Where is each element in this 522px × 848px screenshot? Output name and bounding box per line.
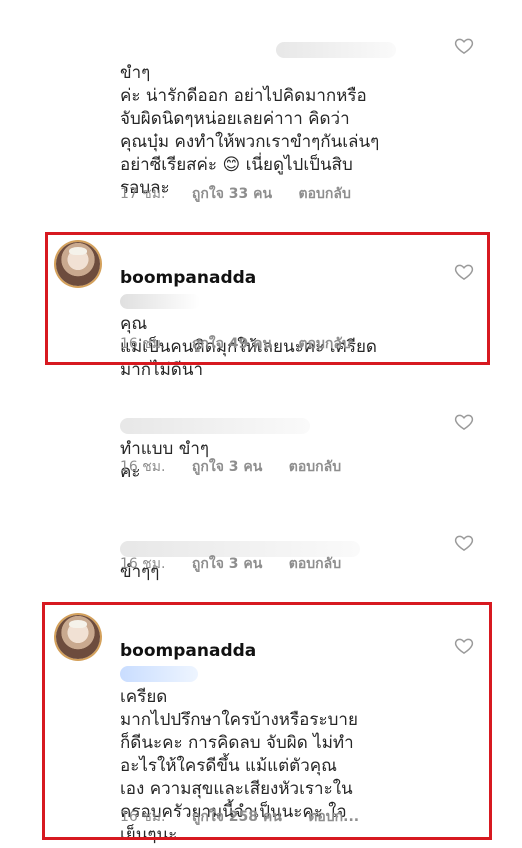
comment-meta: 16 ชม. ถูกใจ 258 คน ตอบก... xyxy=(120,808,381,826)
masked-username xyxy=(276,42,396,58)
timestamp: 17 ชม. xyxy=(120,186,166,202)
likes-count[interactable]: ถูกใจ 3 คน xyxy=(192,458,262,476)
timestamp: 16 ชม. xyxy=(120,459,166,475)
comment-item-2: boompanadda คุณ แม่เป็นคนคิดมุกให้เลยนะค… xyxy=(0,232,522,380)
comment-meta: 17 ชม. ถูกใจ 33 คน ตอบกลับ xyxy=(120,185,373,203)
comment-meta: 16 ชม. ถูกใจ 3 คน ตอบกลับ xyxy=(120,555,363,573)
reply-button[interactable]: ตอบกลับ xyxy=(299,185,351,203)
heart-icon[interactable] xyxy=(454,412,474,432)
comment-body: ขำๆ ค่ะ น่ารักดีออก อย่าไปคิดมากหรือ จับ… xyxy=(120,63,380,198)
likes-count[interactable]: ถูกใจ 258 คน xyxy=(192,808,282,826)
avatar[interactable] xyxy=(56,242,100,286)
comment-item-4: ขำๆๆ 16 ชม. ถูกใจ 3 คน ตอบกลับ xyxy=(0,515,522,582)
likes-count[interactable]: ถูกใจ 49 คน xyxy=(192,335,272,353)
timestamp: 16 ชม. xyxy=(120,809,166,825)
comment-meta: 16 ชม. ถูกใจ 49 คน ตอบกลับ xyxy=(120,335,373,353)
likes-count[interactable]: ถูกใจ 33 คน xyxy=(192,185,272,203)
heart-icon[interactable] xyxy=(454,533,474,553)
reply-button[interactable]: ตอบกลับ xyxy=(289,458,341,476)
timestamp: 16 ชม. xyxy=(120,336,166,352)
username[interactable]: boompanadda xyxy=(120,268,256,288)
comment-text: boompanadda คุณ แม่เป็นคนคิดมุกให้เลยนะค… xyxy=(120,244,438,382)
masked-username xyxy=(120,418,310,434)
heart-icon[interactable] xyxy=(454,262,474,282)
comment-text: ขำๆ ค่ะ น่ารักดีออก อย่าไปคิดมากหรือ จับ… xyxy=(120,16,438,200)
comment-item-3: ทำแบบ ขำๆ คะ 16 ชม. ถูกใจ 3 คน ตอบกลับ xyxy=(0,392,522,482)
reply-button[interactable]: ตอบกลับ xyxy=(289,555,341,573)
heart-icon[interactable] xyxy=(454,36,474,56)
likes-count[interactable]: ถูกใจ 3 คน xyxy=(192,555,262,573)
comment-item-5: boompanadda เครียด มากไปปรึกษาใครบ้างหรื… xyxy=(0,603,522,845)
username[interactable]: boompanadda xyxy=(120,641,256,661)
masked-username xyxy=(120,293,200,309)
avatar[interactable] xyxy=(56,615,100,659)
reply-button[interactable]: ตอบก... xyxy=(308,808,359,826)
timestamp: 16 ชม. xyxy=(120,556,166,572)
comment-item-1: ขำๆ ค่ะ น่ารักดีออก อย่าไปคิดมากหรือ จับ… xyxy=(0,0,522,210)
comment-meta: 16 ชม. ถูกใจ 3 คน ตอบกลับ xyxy=(120,458,363,476)
reply-button[interactable]: ตอบกลับ xyxy=(299,335,351,353)
heart-icon[interactable] xyxy=(454,636,474,656)
comment-text: ขำๆๆ xyxy=(120,515,438,584)
masked-username xyxy=(120,666,198,682)
